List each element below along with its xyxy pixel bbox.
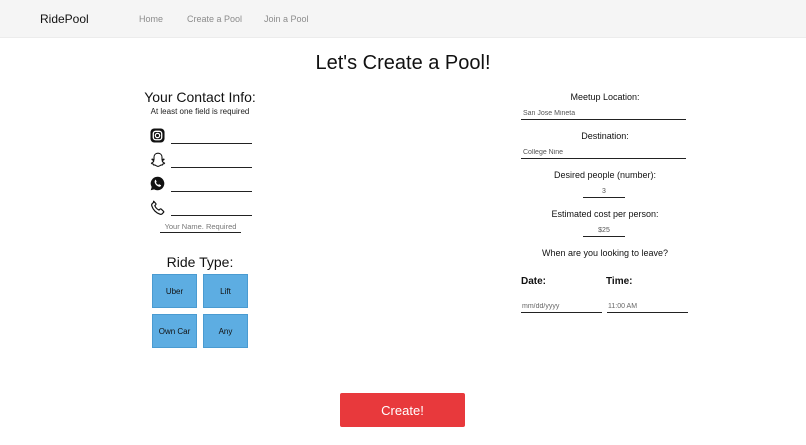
- ride-type-uber-button[interactable]: Uber: [152, 274, 197, 308]
- nav-link-create-pool[interactable]: Create a Pool: [187, 14, 242, 24]
- contact-info-subtitle: At least one field is required: [150, 107, 250, 116]
- navbar: RidePool Home Create a Pool Join a Pool: [0, 0, 806, 38]
- whatsapp-input[interactable]: [171, 180, 252, 192]
- meetup-location-input[interactable]: [521, 107, 686, 120]
- meetup-location-label: Meetup Location:: [570, 92, 640, 102]
- whatsapp-row: [150, 176, 260, 194]
- instagram-row: [150, 128, 260, 146]
- instagram-input[interactable]: [171, 132, 252, 144]
- nav-link-join-pool[interactable]: Join a Pool: [264, 14, 309, 24]
- snapchat-input[interactable]: [171, 156, 252, 168]
- ride-type-any-button[interactable]: Any: [203, 314, 248, 348]
- phone-input[interactable]: [171, 204, 252, 216]
- leave-time-question: When are you looking to leave?: [541, 248, 669, 258]
- time-input[interactable]: [607, 301, 688, 313]
- desired-people-label: Desired people (number):: [553, 170, 657, 180]
- instagram-icon: [150, 128, 166, 144]
- ride-type-lift-button[interactable]: Lift: [203, 274, 248, 308]
- ride-type-own-car-button[interactable]: Own Car: [152, 314, 197, 348]
- destination-label: Destination:: [581, 131, 629, 141]
- page-title: Let's Create a Pool!: [315, 52, 491, 74]
- contact-info-title: Your Contact Info:: [144, 89, 256, 105]
- create-button[interactable]: Create!: [340, 393, 465, 427]
- whatsapp-icon: [150, 176, 166, 192]
- estimated-cost-label: Estimated cost per person:: [551, 209, 659, 219]
- ride-type-title: Ride Type:: [166, 254, 234, 270]
- phone-row: [150, 200, 260, 218]
- estimated-cost-input[interactable]: [583, 224, 625, 237]
- date-label: Date:: [521, 276, 547, 287]
- brand-logo[interactable]: RidePool: [40, 12, 89, 26]
- destination-input[interactable]: [521, 146, 686, 159]
- name-input[interactable]: [160, 221, 241, 233]
- nav-link-home[interactable]: Home: [139, 14, 163, 24]
- snapchat-row: [150, 152, 260, 170]
- time-label: Time:: [606, 276, 633, 287]
- date-input[interactable]: [521, 301, 602, 313]
- snapchat-icon: [150, 152, 166, 168]
- phone-icon: [150, 200, 166, 216]
- desired-people-input[interactable]: [583, 185, 625, 198]
